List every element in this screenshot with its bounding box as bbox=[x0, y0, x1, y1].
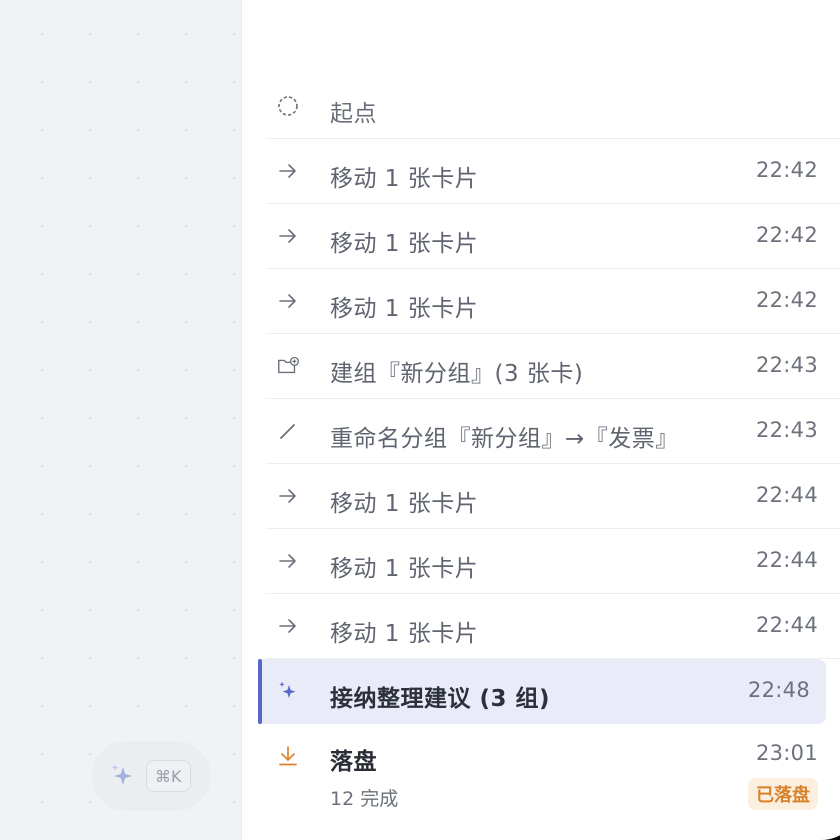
folder-plus-icon bbox=[276, 354, 300, 378]
status-badge: 已落盘 bbox=[748, 778, 818, 810]
history-item-time: 22:44 bbox=[755, 613, 818, 637]
history-item-label: 移动 1 张卡片 bbox=[330, 556, 479, 582]
history-item-label: 移动 1 张卡片 bbox=[330, 231, 479, 257]
sparkles-icon bbox=[276, 679, 300, 703]
arrow-right-icon bbox=[276, 289, 300, 313]
history-item-label: 接纳整理建议 (3 组) bbox=[330, 686, 551, 712]
sparkles-icon bbox=[111, 764, 132, 785]
history-item[interactable]: 重命名分组『新分组』→『发票』 22:43 bbox=[266, 399, 840, 464]
history-item-label: 起点 bbox=[330, 101, 377, 127]
history-item[interactable]: 移动 1 张卡片 22:42 bbox=[266, 204, 840, 269]
arrow-right-icon bbox=[276, 224, 300, 248]
history-item-label: 移动 1 张卡片 bbox=[330, 296, 479, 322]
history-item-time: 22:42 bbox=[755, 288, 818, 312]
download-arrow-icon bbox=[276, 744, 300, 768]
history-item-saved[interactable]: 落盘 12 完成 23:01 已落盘 bbox=[266, 724, 840, 834]
ai-assistant-button[interactable]: ⌘K bbox=[92, 742, 210, 810]
canvas-background bbox=[0, 0, 242, 840]
history-list: 起点 移动 1 张卡片 22:42 移动 1 张卡片 22:42 移动 1 张卡… bbox=[258, 74, 840, 834]
history-panel: 起点 移动 1 张卡片 22:42 移动 1 张卡片 22:42 移动 1 张卡… bbox=[241, 0, 840, 840]
history-item-time: 22:44 bbox=[755, 548, 818, 572]
history-item-time: 22:43 bbox=[755, 418, 818, 442]
arrow-right-icon bbox=[276, 614, 300, 638]
history-item-time: 23:01 bbox=[755, 741, 818, 765]
history-item-time: 22:43 bbox=[755, 353, 818, 377]
history-item-time: 22:42 bbox=[755, 158, 818, 182]
history-item[interactable]: 移动 1 张卡片 22:42 bbox=[266, 269, 840, 334]
history-item-time: 22:48 bbox=[747, 678, 810, 702]
history-item[interactable]: 建组『新分组』(3 张卡) 22:43 bbox=[266, 334, 840, 399]
history-item-label: 移动 1 张卡片 bbox=[330, 491, 479, 517]
history-item-time: 22:44 bbox=[755, 483, 818, 507]
history-item[interactable]: 移动 1 张卡片 22:44 bbox=[266, 464, 840, 529]
history-item-origin[interactable]: 起点 bbox=[266, 74, 840, 139]
history-item-time: 22:42 bbox=[755, 223, 818, 247]
shortcut-hint: ⌘K bbox=[146, 760, 191, 792]
history-item[interactable]: 移动 1 张卡片 22:44 bbox=[266, 529, 840, 594]
circle-dashed-icon bbox=[276, 94, 300, 118]
history-item-label: 移动 1 张卡片 bbox=[330, 621, 479, 647]
pencil-icon bbox=[276, 419, 300, 443]
arrow-right-icon bbox=[276, 484, 300, 508]
arrow-right-icon bbox=[276, 159, 300, 183]
history-item[interactable]: 移动 1 张卡片 22:42 bbox=[266, 139, 840, 204]
arrow-right-icon bbox=[276, 549, 300, 573]
history-item[interactable]: 移动 1 张卡片 22:44 bbox=[266, 594, 840, 659]
window-corner bbox=[821, 800, 840, 840]
history-item-active[interactable]: 接纳整理建议 (3 组) 22:48 bbox=[258, 659, 826, 724]
history-item-label: 建组『新分组』(3 张卡) bbox=[330, 361, 584, 387]
history-item-label: 移动 1 张卡片 bbox=[330, 166, 479, 192]
history-item-label: 落盘 bbox=[330, 749, 377, 775]
history-item-label: 重命名分组『新分组』→『发票』 bbox=[330, 426, 679, 452]
history-item-subtitle: 12 完成 bbox=[330, 788, 399, 810]
